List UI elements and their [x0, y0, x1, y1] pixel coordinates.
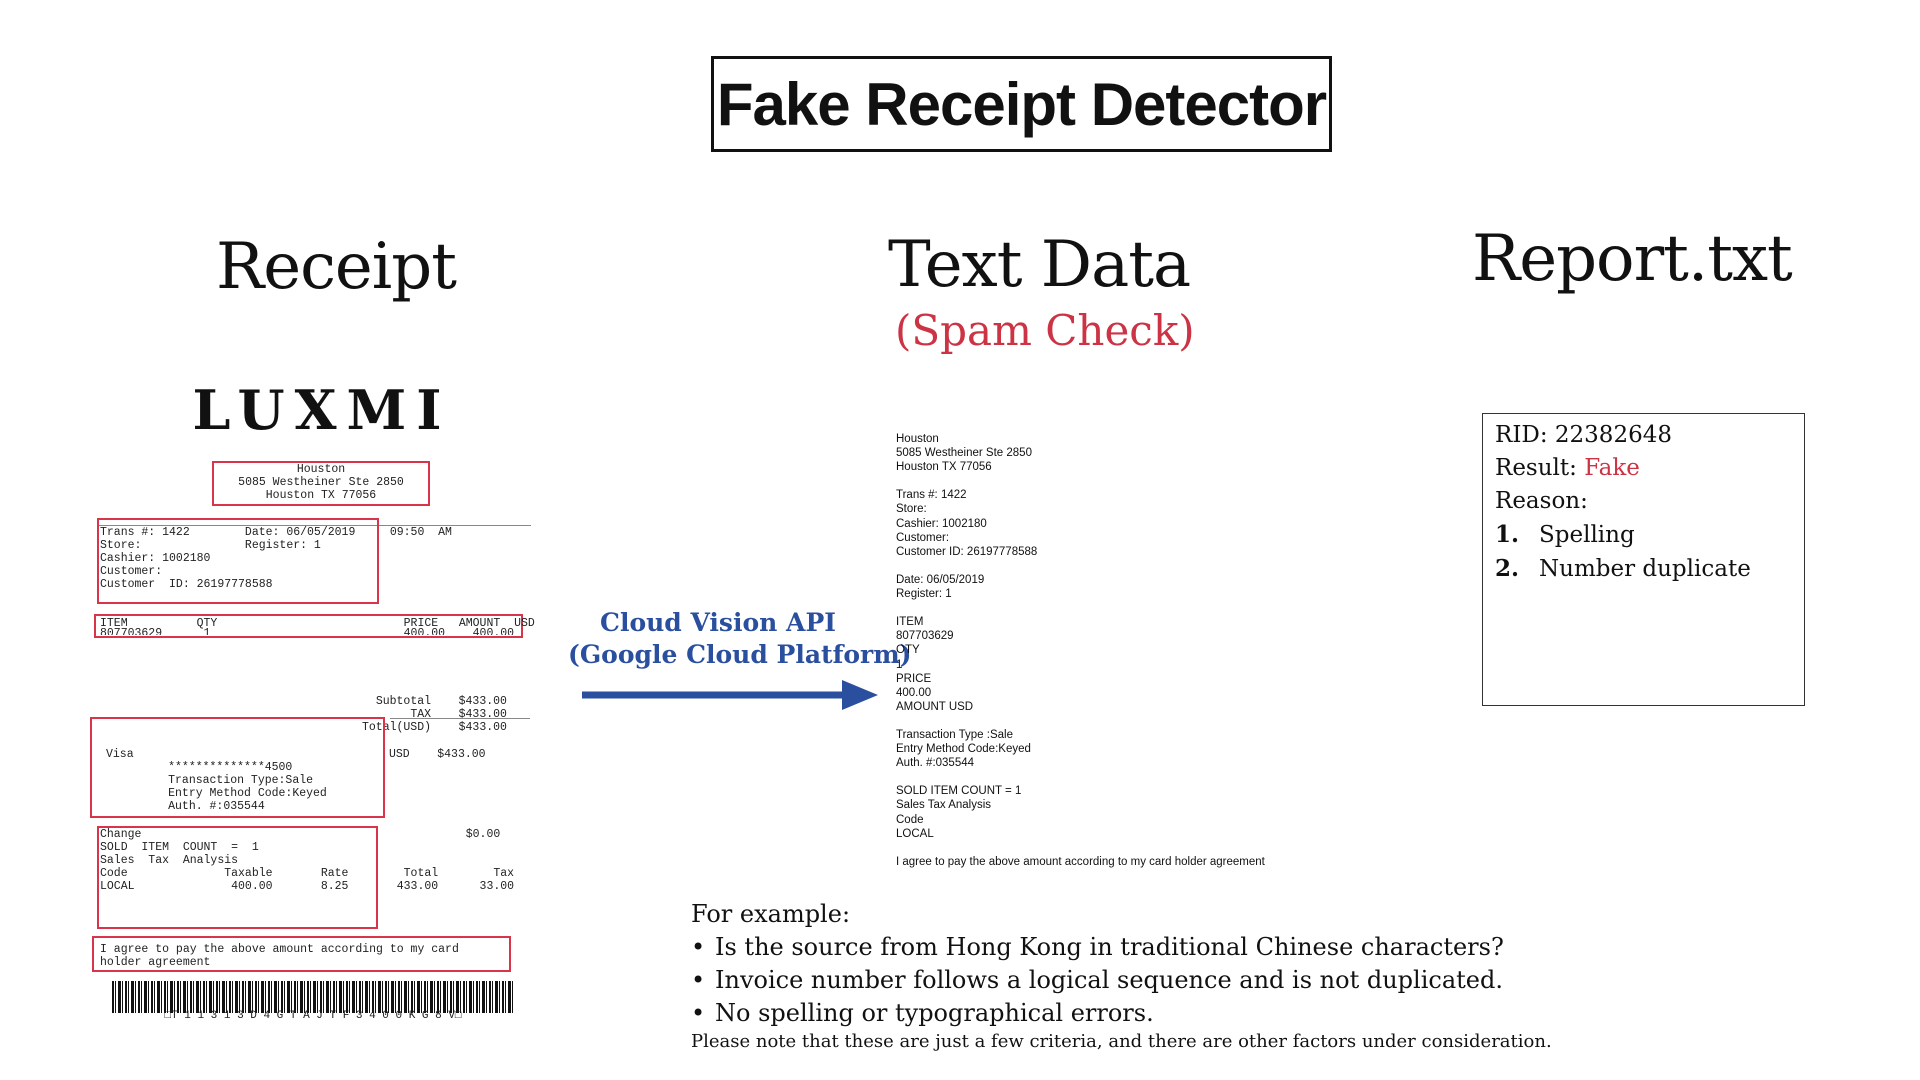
text-data-line: 400.00: [896, 686, 932, 699]
text-data-line: Auth. #:035544: [896, 757, 975, 770]
report-reason-item: 1. Spelling: [1495, 521, 1635, 548]
receipt-heading: Receipt: [216, 230, 457, 304]
examples-intro: For example:: [691, 900, 851, 928]
text-data-line: Register: 1: [896, 588, 952, 601]
text-data-line: [896, 841, 1265, 855]
text-data-line: Store:: [896, 503, 927, 516]
page-title: Fake Receipt Detector: [711, 56, 1332, 152]
text-data-heading: Text Data: [888, 228, 1191, 302]
text-data-line: 807703629: [896, 630, 954, 643]
text-data-line: Transaction Type :Sale: [896, 728, 1013, 741]
totals-divider: [390, 718, 530, 719]
text-data-line: Entry Method Code:Keyed: [896, 743, 1031, 756]
text-data-line: 5085 Westheiner Ste 2850: [896, 447, 1032, 460]
text-data-line: SOLD ITEM COUNT = 1: [896, 785, 1022, 798]
text-data-line: PRICE: [896, 672, 932, 685]
receipt-address: Houston 5085 Westheiner Ste 2850 Houston T…: [238, 463, 404, 502]
text-data-output: Houston 5085 Westheiner Ste 2850 Houston T…: [896, 432, 1265, 869]
receipt-item-row: 807703629 1 400.00 400.00: [100, 627, 515, 635]
text-data-line: LOCAL: [896, 827, 934, 840]
text-data-line: Customer ID: 26197778588: [896, 545, 1038, 558]
text-data-line: OTY: [896, 644, 920, 657]
report-rid: RID: 22382648: [1495, 422, 1672, 448]
text-data-line: Houston TX 77056: [896, 461, 992, 474]
report-reason-label: Reason:: [1495, 488, 1588, 514]
result-value: Fake: [1584, 455, 1640, 481]
text-data-line: Code: [896, 813, 924, 826]
luxmi-logo: LUXMI: [192, 378, 452, 442]
receipt-agreement: I agree to pay the above amount accordin…: [100, 943, 459, 969]
right-arrow-icon: [582, 680, 878, 710]
barcode: [112, 981, 514, 1013]
text-data-line: Trans #: 1422: [896, 489, 967, 502]
report-result: Result: Fake: [1495, 455, 1640, 481]
receipt-trans-block: Trans #: 1422 Date: 06/05/2019 09:50 AM S…: [100, 526, 452, 591]
receipt-change-block: Change $0.00 SOLD ITEM COUNT = 1 Sales Tax…: [100, 828, 515, 893]
text-data-line: 1: [896, 658, 903, 671]
text-data-line: Cashier: 1002180: [896, 517, 987, 530]
example-bullet: No spelling or typographical errors.: [691, 997, 1552, 1030]
example-bullet: Is the source from Hong Kong in traditio…: [691, 931, 1552, 964]
report-box: RID: 22382648 Result: Fake Reason: 1. Spe…: [1482, 413, 1805, 706]
examples-section: For example: Is the source from Hong Kon…: [691, 898, 1552, 1054]
receipt-payment-block: Visa USD $433.00 **************4500 Tran…: [106, 748, 486, 813]
text-data-line: [896, 770, 1265, 784]
text-data-line: I agree to pay the above amount accordin…: [896, 855, 1265, 868]
text-data-line: [896, 474, 1265, 488]
text-data-line: Date: 06/05/2019: [896, 573, 985, 586]
examples-note: Please note that these are just a few cr…: [691, 1031, 1552, 1052]
barcode-text: □T 1 1 3 1 3 D 4 G T A J T F 3 4 0 0 K G…: [164, 1010, 462, 1022]
report-reason-item: 2. Number duplicate: [1495, 555, 1751, 582]
spam-check-label: (Spam Check): [895, 306, 1195, 355]
text-data-line: Sales Tax Analysis: [896, 799, 992, 812]
text-data-line: ITEM: [896, 616, 924, 629]
text-data-line: Houston: [896, 433, 939, 445]
text-data-line: [896, 714, 1265, 728]
text-data-line: AMOUNT USD: [896, 700, 974, 713]
report-heading: Report.txt: [1472, 222, 1793, 296]
text-data-line: Customer:: [896, 531, 950, 544]
text-data-line: [896, 601, 1265, 615]
cloud-vision-label: Cloud Vision API: [600, 608, 836, 637]
text-data-line: [896, 559, 1265, 573]
example-bullet: Invoice number follows a logical sequenc…: [691, 964, 1552, 997]
gcp-label: (Google Cloud Platform): [568, 640, 912, 669]
